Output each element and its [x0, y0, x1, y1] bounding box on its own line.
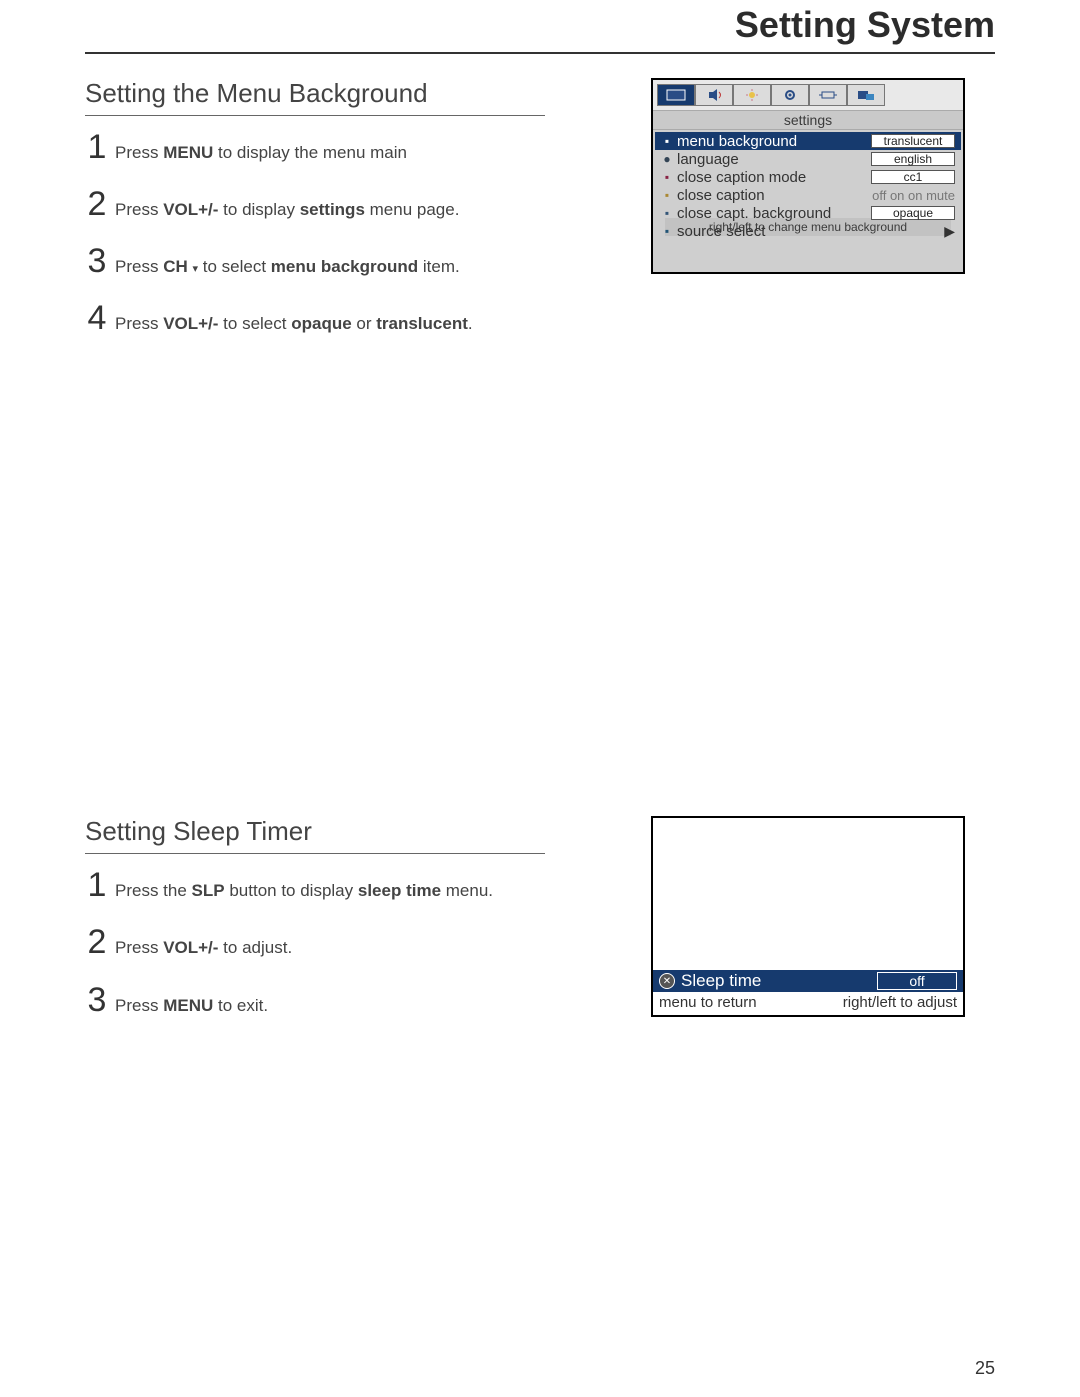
pip-tab[interactable] [847, 84, 885, 106]
step: 3 Press CH ▾ to select menu background i… [85, 242, 545, 281]
step-number: 1 [85, 866, 109, 905]
sleep-time-row[interactable]: ✕ Sleep time off [653, 970, 963, 992]
picture-tab[interactable] [657, 84, 695, 106]
step: 4 Press VOL+/- to select opaque or trans… [85, 299, 545, 338]
osd-settings-panel: settings ▪ menu background translucent ●… [651, 78, 965, 274]
settings-icon [779, 88, 801, 102]
speaker-icon [703, 88, 725, 102]
section1-rule [85, 115, 545, 116]
sleep-value: off [877, 972, 957, 990]
osd-value: english [871, 152, 955, 166]
settings-tab[interactable] [771, 84, 809, 106]
osd-value: opaque [871, 206, 955, 220]
width-icon [817, 88, 839, 102]
osd-item-cc-mode[interactable]: ▪ close caption mode cc1 [659, 168, 957, 186]
bullet-icon: ▪ [661, 225, 673, 237]
sleep-hint-right: right/left to adjust [843, 994, 957, 1011]
section1-heading: Setting the Menu Background [85, 78, 545, 109]
picture-icon [665, 88, 687, 102]
step-number: 3 [85, 981, 109, 1020]
bullet-icon: ● [661, 153, 673, 165]
osd-value: translucent [871, 134, 955, 148]
step-number: 1 [85, 128, 109, 167]
bullet-icon: ▪ [661, 171, 673, 183]
page-number: 25 [975, 1358, 995, 1379]
step-number: 4 [85, 299, 109, 338]
step-number: 3 [85, 242, 109, 281]
sleep-time-panel: ✕ Sleep time off menu to return right/le… [651, 816, 965, 1017]
audio-tab[interactable] [695, 84, 733, 106]
sleep-hint-left: menu to return [659, 994, 757, 1011]
page-title: Setting System [85, 0, 995, 52]
step: 3 Press MENU to exit. [85, 981, 545, 1020]
osd-trailing: off on on mute [872, 188, 955, 203]
step-number: 2 [85, 923, 109, 962]
sleep-label: Sleep time [681, 971, 761, 991]
step: 2 Press VOL+/- to display settings menu … [85, 185, 545, 224]
section2-heading: Setting Sleep Timer [85, 816, 545, 847]
step-number: 2 [85, 185, 109, 224]
osd-value: cc1 [871, 170, 955, 184]
osd-item-language[interactable]: ● language english [659, 150, 957, 168]
chevron-down-icon: ▾ [192, 263, 198, 275]
chevron-right-icon: ▶ [944, 223, 955, 240]
osd-item-cc[interactable]: ▪ close caption off on on mute [659, 186, 957, 204]
light-tab[interactable] [733, 84, 771, 106]
width-tab[interactable] [809, 84, 847, 106]
light-icon [741, 88, 763, 102]
osd-tab-bar [653, 80, 963, 111]
pip-icon [855, 88, 877, 102]
osd-item-menu-background[interactable]: ▪ menu background translucent [655, 132, 961, 150]
step: 2 Press VOL+/- to adjust. [85, 923, 545, 962]
section2-rule [85, 853, 545, 854]
bullet-icon: ▪ [661, 189, 673, 201]
bullet-icon: ▪ [661, 207, 673, 219]
osd-title: settings [653, 111, 963, 130]
bullet-icon: ▪ [661, 135, 673, 147]
title-rule [85, 52, 995, 54]
step: 1 Press the SLP button to display sleep … [85, 866, 545, 905]
step: 1 Press MENU to display the menu main [85, 128, 545, 167]
clock-icon: ✕ [659, 973, 675, 989]
